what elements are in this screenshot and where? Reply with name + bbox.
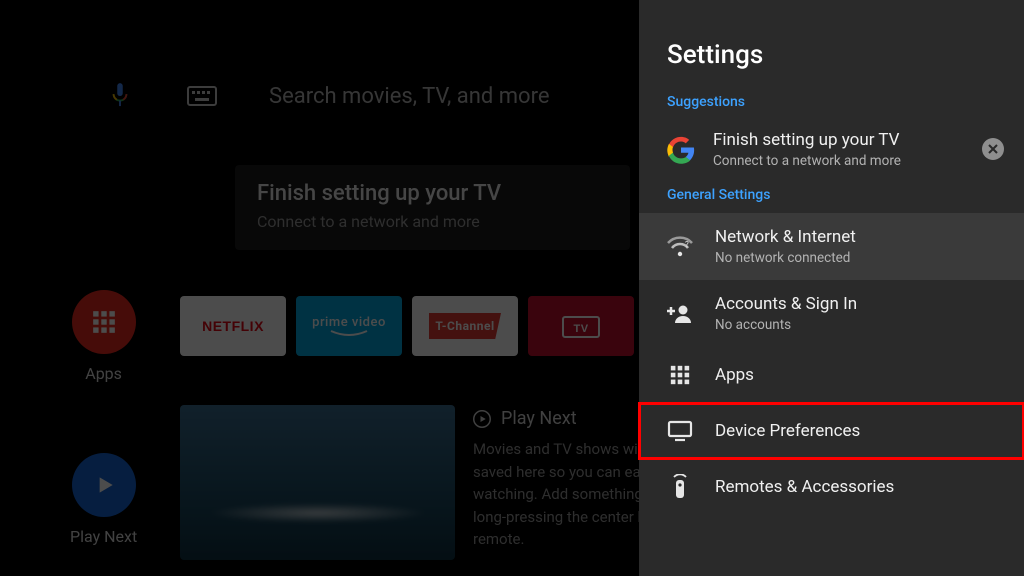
wifi-icon: ? (667, 236, 693, 258)
google-icon (667, 136, 695, 164)
section-general: General Settings (639, 187, 1024, 213)
settings-panel: Settings Suggestions Finish setting up y… (639, 0, 1024, 576)
settings-item-accounts[interactable]: Accounts & Sign In No accounts (639, 280, 1024, 347)
settings-item-remotes[interactable]: Remotes & Accessories (639, 459, 1024, 515)
settings-item-apps[interactable]: Apps (639, 347, 1024, 403)
section-suggestions: Suggestions (639, 94, 1024, 120)
suggestion-item[interactable]: Finish setting up your TV Connect to a n… (639, 120, 1024, 187)
suggestion-title: Finish setting up your TV (713, 130, 901, 150)
tv-icon (667, 420, 693, 442)
suggestion-subtitle: Connect to a network and more (713, 153, 901, 169)
settings-item-device-preferences[interactable]: Device Preferences (639, 403, 1024, 459)
remote-icon (667, 474, 693, 500)
settings-title: Settings (639, 0, 1024, 94)
add-account-icon (667, 303, 693, 325)
svg-text:?: ? (685, 240, 689, 249)
dismiss-icon[interactable] (982, 138, 1004, 160)
settings-item-network[interactable]: ? Network & Internet No network connecte… (639, 213, 1024, 280)
apps-grid-icon (667, 364, 693, 386)
